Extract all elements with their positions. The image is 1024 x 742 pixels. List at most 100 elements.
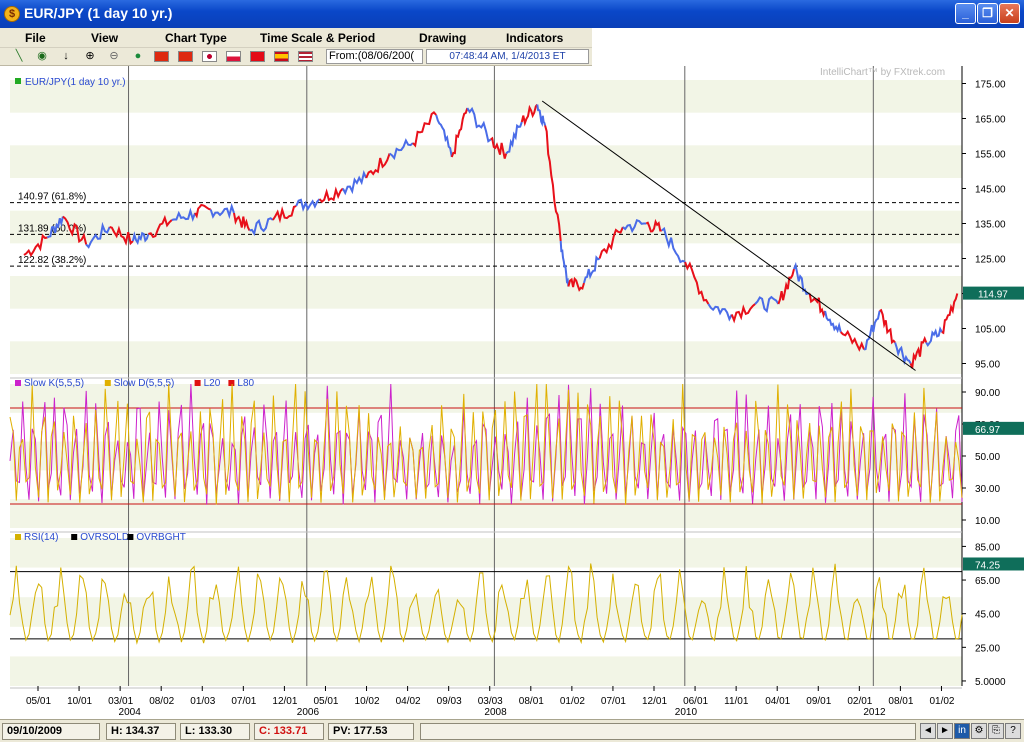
current-value-label: 66.97 <box>975 425 1000 436</box>
x-tick-label: 02/01 <box>847 696 872 707</box>
close-icon[interactable]: ✕ <box>999 3 1020 24</box>
y-tick-label: 10.00 <box>975 516 1000 527</box>
turkey-flag-icon[interactable] <box>250 51 265 62</box>
year-label: 2004 <box>119 707 142 718</box>
pane-band <box>10 80 962 113</box>
zoom-out-icon[interactable]: ⊖ <box>106 50 122 63</box>
indicator-legend: Slow K(5,5,5) <box>24 378 84 389</box>
y-tick-label: 5.0000 <box>975 677 1006 688</box>
menu-view[interactable]: View <box>91 31 118 45</box>
minimize-icon[interactable]: _ <box>955 3 976 24</box>
status-date: 09/10/2009 <box>2 723 100 740</box>
x-tick-label: 01/03 <box>190 696 215 707</box>
usa-flag-icon[interactable] <box>298 51 313 62</box>
current-price-label: 114.97 <box>978 290 1008 301</box>
year-label: 2010 <box>675 707 698 718</box>
menu-indicators[interactable]: Indicators <box>506 31 563 45</box>
draw-line-icon[interactable]: ╲ <box>11 50 27 63</box>
current-value-label: 74.25 <box>975 560 1000 571</box>
y-tick-label: 145.00 <box>975 185 1006 196</box>
x-tick-label: 08/01 <box>888 696 913 707</box>
y-tick-label: 30.00 <box>975 484 1000 495</box>
menu-drawing[interactable]: Drawing <box>419 31 466 45</box>
indicator-legend: L80 <box>237 378 254 389</box>
x-tick-label: 07/01 <box>601 696 626 707</box>
y-tick-label: 175.00 <box>975 80 1006 91</box>
x-tick-label: 04/01 <box>765 696 790 707</box>
x-tick-label: 10/02 <box>355 696 380 707</box>
legend-swatch <box>15 534 21 540</box>
y-tick-label: 50.00 <box>975 452 1000 463</box>
crosshair-icon[interactable]: ◉ <box>34 50 50 63</box>
y-tick-label: 165.00 <box>975 115 1006 126</box>
x-tick-label: 08/01 <box>519 696 544 707</box>
x-tick-label: 06/01 <box>683 696 708 707</box>
watermark-text: IntelliChart™ by FXtrek.com <box>820 67 945 78</box>
x-tick-label: 01/02 <box>929 696 954 707</box>
china-flag-icon[interactable] <box>154 51 169 62</box>
price-legend: EUR/JPY(1 day 10 yr.) <box>25 77 126 88</box>
japan-flag-icon[interactable] <box>202 51 217 62</box>
scroll-right-icon[interactable]: ► <box>937 723 953 739</box>
green-dot-icon[interactable]: ● <box>130 50 146 63</box>
help-icon[interactable]: ? <box>1005 723 1021 739</box>
status-bar: 09/10/2009 H: 134.37 L: 133.30 C: 133.71… <box>0 719 1024 742</box>
hong-kong-flag-icon[interactable] <box>178 51 193 62</box>
down-arrow-icon[interactable]: ↓ <box>58 50 74 63</box>
chart-area[interactable]: 175.00165.00155.00145.00135.00125.00115.… <box>0 66 1024 719</box>
from-date-field[interactable]: From:(08/06/200( <box>326 49 423 64</box>
x-tick-label: 11/01 <box>724 696 749 707</box>
status-pv: PV: 177.53 <box>328 723 414 740</box>
pane-band <box>10 656 962 686</box>
menu-chart-type[interactable]: Chart Type <box>165 31 227 45</box>
settings-icon[interactable]: ⚙ <box>971 723 987 739</box>
y-tick-label: 85.00 <box>975 542 1000 553</box>
x-tick-label: 05/01 <box>313 696 338 707</box>
fx-coin-icon: $ <box>4 6 20 22</box>
restore-icon[interactable]: ❐ <box>977 3 998 24</box>
legend-swatch <box>228 380 235 386</box>
menu-time-scale[interactable]: Time Scale & Period <box>260 31 375 45</box>
indicator-legend: RSI(14) <box>24 532 58 543</box>
status-blank <box>420 723 916 740</box>
x-tick-label: 12/01 <box>272 696 297 707</box>
x-tick-label: 04/02 <box>396 696 421 707</box>
pane-band <box>10 210 962 244</box>
menu-file[interactable]: File <box>25 31 46 45</box>
x-tick-label: 03/03 <box>478 696 503 707</box>
scroll-left-icon[interactable]: ◄ <box>920 723 936 739</box>
x-tick-label: 09/03 <box>437 696 462 707</box>
legend-swatch <box>15 78 21 84</box>
y-tick-label: 65.00 <box>975 576 1000 587</box>
x-tick-label: 09/01 <box>806 696 831 707</box>
indicator-legend: Slow D(5,5,5) <box>114 378 175 389</box>
y-tick-label: 105.00 <box>975 325 1006 336</box>
y-tick-label: 45.00 <box>975 610 1000 621</box>
y-tick-label: 95.00 <box>975 360 1000 371</box>
pane-band <box>10 341 962 374</box>
time-display: 07:48:44 AM, 1/4/2013 ET <box>426 49 589 64</box>
x-tick-label: 10/01 <box>67 696 92 707</box>
menu-bar: File View Chart Type Time Scale & Period… <box>0 28 592 48</box>
linkedin-icon[interactable]: in <box>954 723 970 739</box>
x-tick-label: 05/01 <box>26 696 51 707</box>
fib-level-label: 140.97 (61.8%) <box>18 192 86 203</box>
year-label: 2006 <box>297 707 320 718</box>
spain-flag-icon[interactable] <box>274 51 289 62</box>
fib-level-label: 122.82 (38.2%) <box>18 255 86 266</box>
y-tick-label: 25.00 <box>975 643 1000 654</box>
x-tick-label: 08/02 <box>149 696 174 707</box>
year-label: 2012 <box>863 707 886 718</box>
status-low: L: 133.30 <box>180 723 250 740</box>
zoom-in-icon[interactable]: ⊕ <box>82 50 98 63</box>
legend-swatch <box>71 534 78 540</box>
legend-swatch <box>15 380 21 386</box>
status-high: H: 134.37 <box>106 723 176 740</box>
x-tick-label: 07/01 <box>231 696 256 707</box>
y-tick-label: 90.00 <box>975 388 1000 399</box>
poland-flag-icon[interactable] <box>226 51 241 62</box>
pane-band <box>10 145 962 178</box>
indicator-legend: L20 <box>204 378 221 389</box>
print-icon[interactable]: ⎘ <box>988 723 1004 739</box>
y-tick-label: 125.00 <box>975 255 1006 266</box>
